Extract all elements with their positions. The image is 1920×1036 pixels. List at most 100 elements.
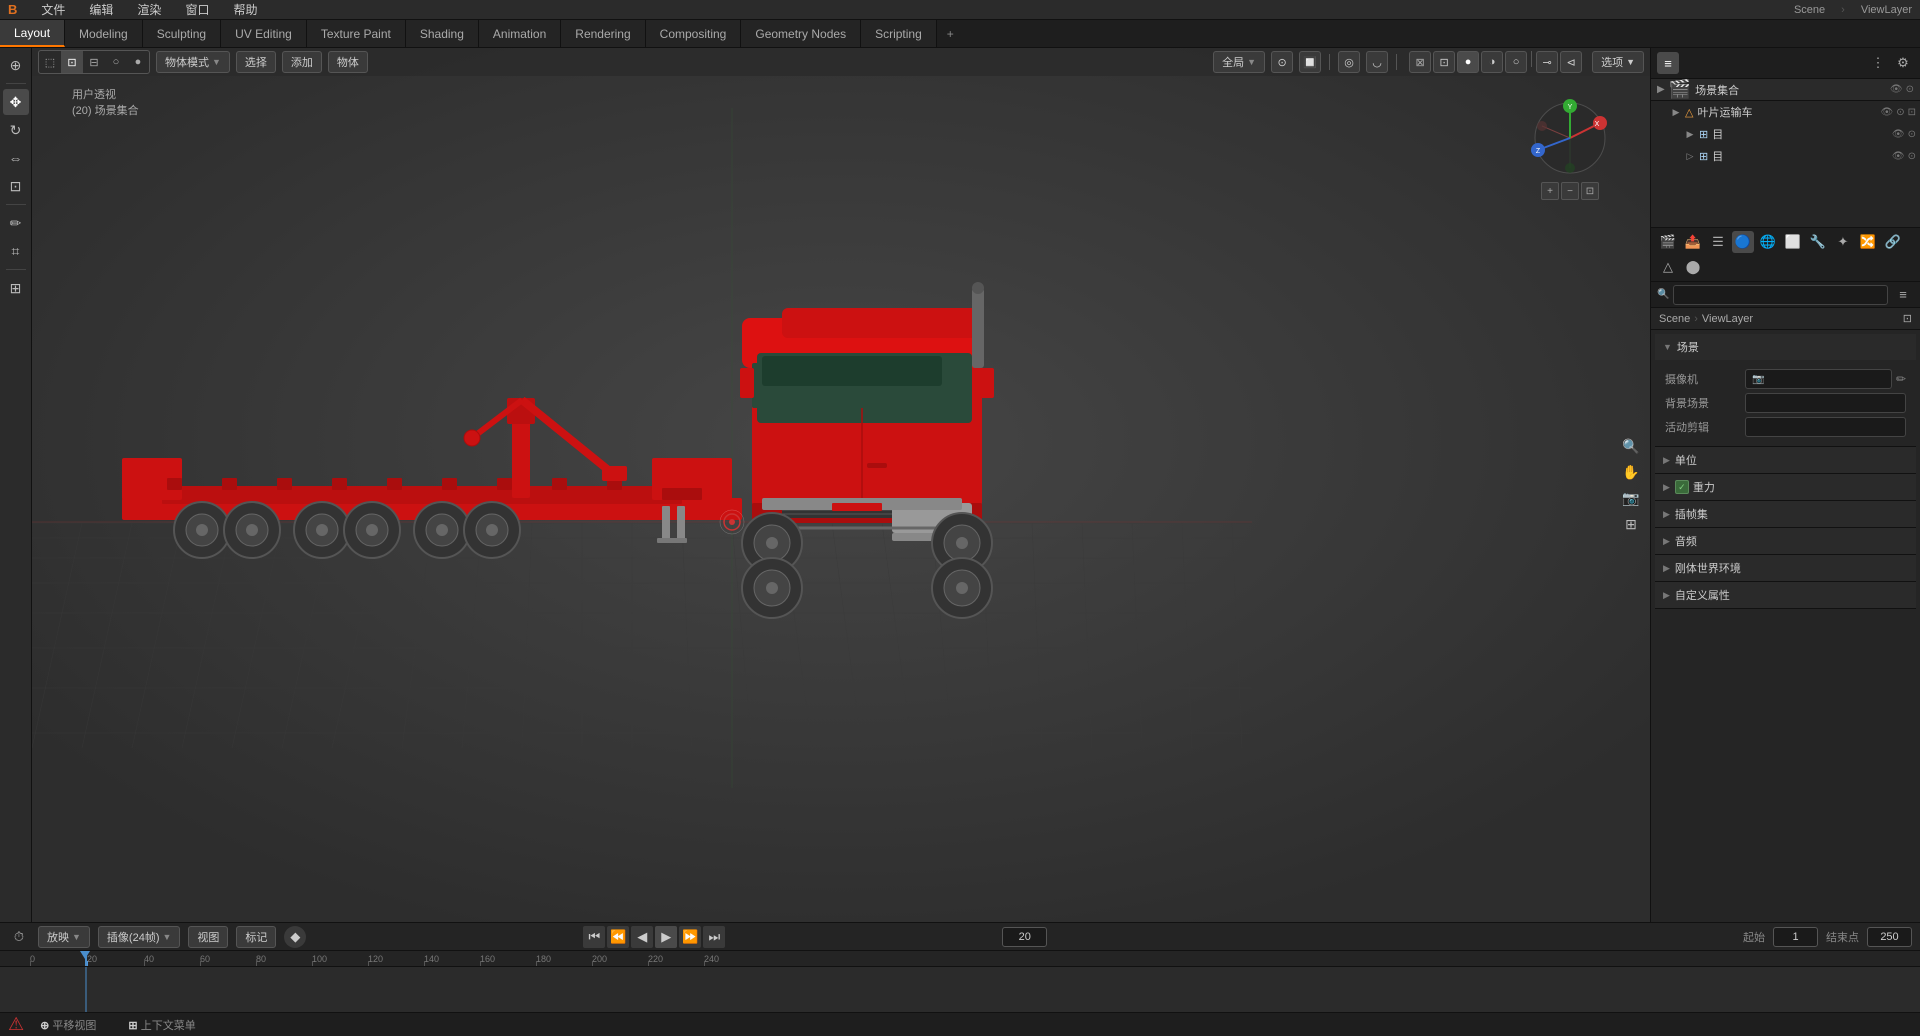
outliner-filter-icon[interactable]: ⋮ — [1867, 52, 1889, 74]
unit-section-header[interactable]: ▶ 单位 — [1655, 447, 1916, 473]
menu-render[interactable]: 渲染 — [133, 1, 165, 18]
tree-restrict-3[interactable]: ⊙ — [1908, 151, 1916, 162]
outliner-select-icon[interactable]: ⊙ — [1906, 84, 1914, 95]
tab-shading[interactable]: Shading — [406, 20, 479, 47]
prop-modifier-icon[interactable]: 🔧 — [1807, 231, 1829, 253]
tree-item-truck[interactable]: ▶ △ 叶片运输车 👁 ⊙ ⊡ — [1651, 101, 1920, 123]
menu-help[interactable]: 帮助 — [229, 1, 261, 18]
viewport-add-button[interactable]: 添加 — [282, 51, 322, 73]
mode-icon-5[interactable]: ● — [127, 51, 149, 73]
tree-eye-2[interactable]: 👁 — [1892, 129, 1905, 140]
breadcrumb-scene[interactable]: Scene — [1659, 313, 1690, 325]
tool-rotate[interactable]: ↻ — [3, 117, 29, 143]
tab-compositing[interactable]: Compositing — [646, 20, 742, 47]
tool-transform[interactable]: ⊡ — [3, 173, 29, 199]
custom-props-header[interactable]: ▶ 自定义属性 — [1655, 582, 1916, 608]
tab-layout[interactable]: Layout — [0, 20, 65, 47]
shading-lpe[interactable]: ◑ — [1481, 51, 1503, 73]
tool-add[interactable]: ⊞ — [3, 275, 29, 301]
play-button[interactable]: ▶ — [655, 926, 677, 948]
shading-wire[interactable]: ⊡ — [1433, 51, 1455, 73]
hand-tool-button[interactable]: ✋ — [1620, 461, 1642, 483]
breadcrumb-action-icon[interactable]: ⊡ — [1903, 312, 1912, 325]
timeline-track[interactable] — [0, 967, 1920, 1012]
timeline-ruler-area[interactable]: 0 20 40 60 80 100 120 140 160 180 200 22… — [0, 951, 1920, 1012]
jump-end-button[interactable]: ⏭ — [703, 926, 725, 948]
tab-rendering[interactable]: Rendering — [561, 20, 645, 47]
prop-object-icon[interactable]: ⬜ — [1782, 231, 1804, 253]
audio-section-header[interactable]: ▶ 音频 — [1655, 528, 1916, 554]
viewport-overlay-button[interactable]: ⊸ — [1536, 51, 1558, 73]
outliner-eye-icon[interactable]: 👁 — [1890, 84, 1903, 95]
outliner-settings-icon[interactable]: ⚙ — [1892, 52, 1914, 74]
prop-output-icon[interactable]: 📤 — [1682, 231, 1704, 253]
tree-item-sub1[interactable]: ▶ ⊞ 目 👁 ⊙ — [1651, 123, 1920, 145]
shading-solid[interactable]: ● — [1457, 51, 1479, 73]
filter-icon-props[interactable]: ≡ — [1892, 284, 1914, 306]
bg-scene-value[interactable] — [1745, 393, 1906, 413]
jump-start-button[interactable]: ⏮ — [583, 926, 605, 948]
current-frame-input[interactable]: 20 — [1002, 927, 1047, 947]
tool-measure[interactable]: ⌗ — [3, 238, 29, 264]
prop-data-icon[interactable]: △ — [1657, 256, 1679, 278]
prop-view-layer-icon[interactable]: ☰ — [1707, 231, 1729, 253]
viewport-view-button[interactable]: 选择 — [236, 51, 276, 73]
camera-edit-icon[interactable]: ✏ — [1896, 372, 1906, 386]
tab-geometry-nodes[interactable]: Geometry Nodes — [741, 20, 861, 47]
start-frame-input[interactable] — [1773, 927, 1818, 947]
camera-view-button[interactable]: 📷 — [1620, 487, 1642, 509]
tab-uv-editing[interactable]: UV Editing — [221, 20, 307, 47]
play-reverse-button[interactable]: ◀ — [631, 926, 653, 948]
tab-scripting[interactable]: Scripting — [861, 20, 937, 47]
properties-search-input[interactable] — [1673, 285, 1888, 305]
tab-texture-paint[interactable]: Texture Paint — [307, 20, 406, 47]
prop-world-icon[interactable]: 🌐 — [1757, 231, 1779, 253]
tab-animation[interactable]: Animation — [479, 20, 561, 47]
quad-view-button[interactable]: ⊞ — [1620, 513, 1642, 535]
fps-button[interactable]: 插像(24帧) ▼ — [98, 926, 180, 948]
active-clip-value[interactable] — [1745, 417, 1906, 437]
zoom-in-button[interactable]: + — [1541, 182, 1559, 200]
tree-eye-1[interactable]: 👁 — [1881, 107, 1894, 118]
gravity-checkbox[interactable]: ✓ — [1675, 480, 1689, 494]
gravity-section-header[interactable]: ▶ ✓ 重力 — [1655, 474, 1916, 500]
viewport-global-button[interactable]: 全局 ▼ — [1213, 51, 1265, 73]
tree-restrict-2[interactable]: ⊙ — [1908, 129, 1916, 140]
menu-file[interactable]: 文件 — [37, 1, 69, 18]
tool-move[interactable]: ✥ — [3, 89, 29, 115]
pivot-button[interactable]: ⊙ — [1271, 51, 1293, 73]
gizmo-button[interactable]: ⊲ — [1560, 51, 1582, 73]
tree-item-sub2[interactable]: ▷ ⊞ 目 👁 ⊙ — [1651, 145, 1920, 167]
tree-render-1[interactable]: ⊡ — [1908, 107, 1916, 118]
navigation-gizmo[interactable]: X Y Z + − ⊡ — [1520, 98, 1620, 218]
prop-particles-icon[interactable]: ✦ — [1832, 231, 1854, 253]
tool-cursor[interactable]: ⊕ — [3, 52, 29, 78]
tab-add-button[interactable]: + — [937, 20, 964, 47]
mode-icon-3[interactable]: ⊟ — [83, 51, 105, 73]
menu-window[interactable]: 窗口 — [181, 1, 213, 18]
prop-physics-icon[interactable]: 🔀 — [1857, 231, 1879, 253]
proportional-type-button[interactable]: ◡ — [1366, 51, 1388, 73]
prop-render-icon[interactable]: 🎬 — [1657, 231, 1679, 253]
keyframe-dot-button[interactable]: ◆ — [284, 926, 306, 948]
scene-section-header[interactable]: ▼ 场景 — [1655, 334, 1916, 360]
xray-button[interactable]: ⊠ — [1409, 51, 1431, 73]
timeline-editor-icon[interactable]: ⏱ — [8, 926, 30, 948]
tree-eye-3[interactable]: 👁 — [1892, 151, 1905, 162]
end-frame-input[interactable] — [1867, 927, 1912, 947]
menu-edit[interactable]: 编辑 — [85, 1, 117, 18]
prop-constraints-icon[interactable]: 🔗 — [1882, 231, 1904, 253]
prev-frame-button[interactable]: ⏪ — [607, 926, 629, 948]
search-tool-button[interactable]: 🔍 — [1620, 435, 1642, 457]
tl-marker-button[interactable]: 标记 — [236, 926, 276, 948]
mode-icon-1[interactable]: ⬚ — [39, 51, 61, 73]
proportional-edit-button[interactable]: ◎ — [1338, 51, 1360, 73]
tab-sculpting[interactable]: Sculpting — [143, 20, 221, 47]
keying-section-header[interactable]: ▶ 插帧集 — [1655, 501, 1916, 527]
camera-value[interactable]: 📷 — [1745, 369, 1892, 389]
zoom-fit-button[interactable]: ⊡ — [1581, 182, 1599, 200]
next-frame-button[interactable]: ⏩ — [679, 926, 701, 948]
viewport-object-button[interactable]: 物体 — [328, 51, 368, 73]
tl-view-button[interactable]: 视图 — [188, 926, 228, 948]
shading-render[interactable]: ○ — [1505, 51, 1527, 73]
